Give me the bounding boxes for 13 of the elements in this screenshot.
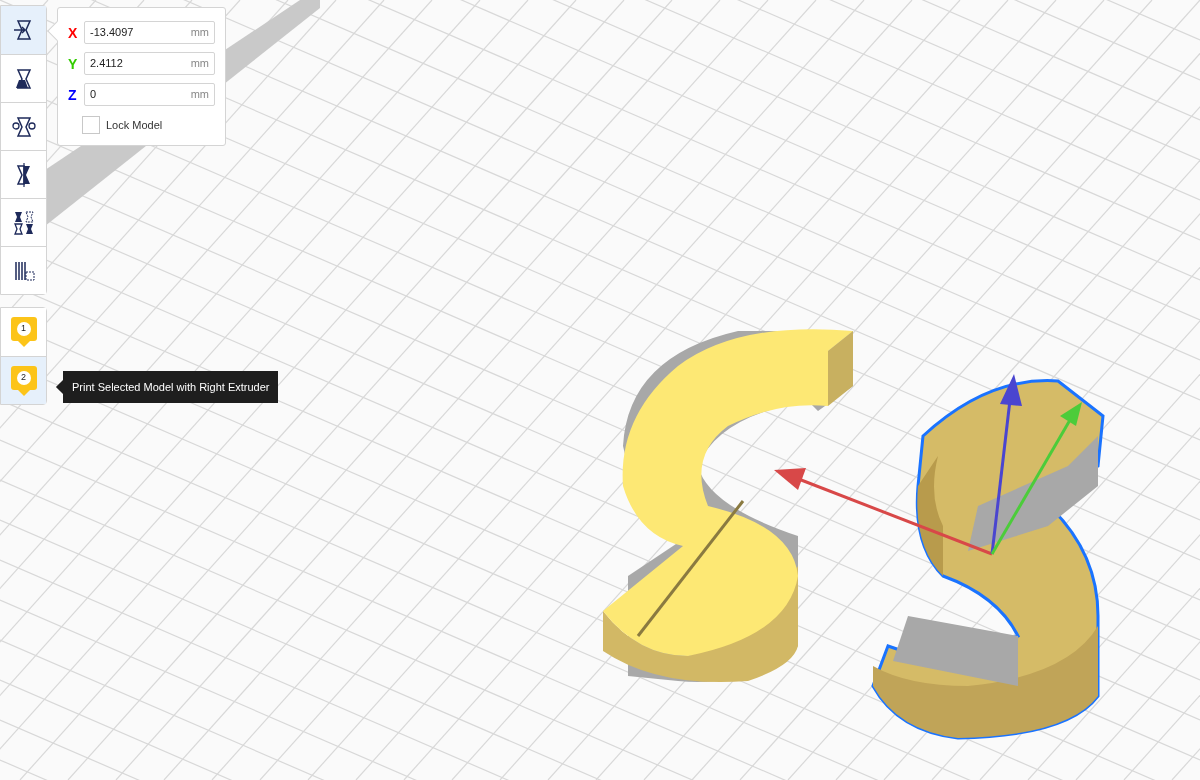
extruder-button[interactable]: 2: [1, 356, 46, 404]
tool-button[interactable]: [1, 6, 46, 54]
axis-label: Y: [68, 56, 78, 71]
tooltip: Print Selected Model with Right Extruder: [63, 371, 279, 403]
per-model-settings-icon: [11, 209, 36, 236]
axis-label: Z: [68, 87, 78, 102]
tool-button[interactable]: [1, 246, 46, 294]
lock-model-checkbox[interactable]: [82, 116, 100, 134]
lock-model-label: Lock Model: [106, 117, 163, 133]
coordinate-field[interactable]: 0 mm: [84, 83, 215, 106]
coordinate-field[interactable]: 2.4112 mm: [84, 52, 215, 75]
coordinate-field[interactable]: -13.4097 mm: [84, 21, 215, 44]
axis-label: X: [68, 25, 78, 40]
